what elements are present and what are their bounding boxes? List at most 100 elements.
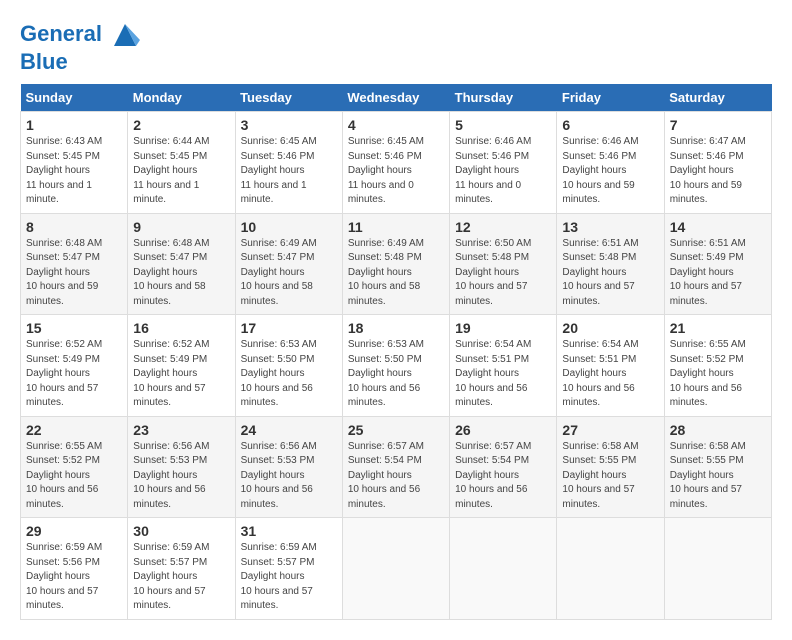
day-detail: Sunrise: 6:51 AM Sunset: 5:49 PM Dayligh… [670, 237, 766, 310]
day-detail: Sunrise: 6:59 AM Sunset: 5:57 PM Dayligh… [241, 541, 337, 614]
day-detail: Sunrise: 6:54 AM Sunset: 5:51 PM Dayligh… [562, 338, 658, 411]
day-detail: Sunrise: 6:58 AM Sunset: 5:55 PM Dayligh… [562, 440, 658, 513]
calendar-cell: 4 Sunrise: 6:45 AM Sunset: 5:46 PM Dayli… [342, 112, 449, 214]
day-number: 3 [241, 117, 337, 133]
day-detail: Sunrise: 6:46 AM Sunset: 5:46 PM Dayligh… [455, 135, 551, 208]
day-number: 10 [241, 219, 337, 235]
day-number: 16 [133, 320, 229, 336]
calendar-week-2: 8 Sunrise: 6:48 AM Sunset: 5:47 PM Dayli… [21, 213, 772, 315]
day-detail: Sunrise: 6:56 AM Sunset: 5:53 PM Dayligh… [241, 440, 337, 513]
day-number: 17 [241, 320, 337, 336]
calendar-cell: 12 Sunrise: 6:50 AM Sunset: 5:48 PM Dayl… [450, 213, 557, 315]
day-number: 6 [562, 117, 658, 133]
calendar-cell: 25 Sunrise: 6:57 AM Sunset: 5:54 PM Dayl… [342, 416, 449, 518]
calendar-cell: 31 Sunrise: 6:59 AM Sunset: 5:57 PM Dayl… [235, 518, 342, 620]
calendar-cell: 9 Sunrise: 6:48 AM Sunset: 5:47 PM Dayli… [128, 213, 235, 315]
day-detail: Sunrise: 6:57 AM Sunset: 5:54 PM Dayligh… [348, 440, 444, 513]
calendar-cell: 2 Sunrise: 6:44 AM Sunset: 5:45 PM Dayli… [128, 112, 235, 214]
calendar-cell: 21 Sunrise: 6:55 AM Sunset: 5:52 PM Dayl… [664, 315, 771, 417]
calendar-week-1: 1 Sunrise: 6:43 AM Sunset: 5:45 PM Dayli… [21, 112, 772, 214]
calendar-cell: 20 Sunrise: 6:54 AM Sunset: 5:51 PM Dayl… [557, 315, 664, 417]
day-detail: Sunrise: 6:49 AM Sunset: 5:48 PM Dayligh… [348, 237, 444, 310]
day-detail: Sunrise: 6:45 AM Sunset: 5:46 PM Dayligh… [241, 135, 337, 208]
day-number: 2 [133, 117, 229, 133]
calendar-cell: 11 Sunrise: 6:49 AM Sunset: 5:48 PM Dayl… [342, 213, 449, 315]
day-number: 26 [455, 422, 551, 438]
calendar-week-5: 29 Sunrise: 6:59 AM Sunset: 5:56 PM Dayl… [21, 518, 772, 620]
day-number: 28 [670, 422, 766, 438]
day-detail: Sunrise: 6:45 AM Sunset: 5:46 PM Dayligh… [348, 135, 444, 208]
day-detail: Sunrise: 6:46 AM Sunset: 5:46 PM Dayligh… [562, 135, 658, 208]
weekday-header-tuesday: Tuesday [235, 84, 342, 112]
day-number: 7 [670, 117, 766, 133]
day-number: 23 [133, 422, 229, 438]
calendar-cell: 26 Sunrise: 6:57 AM Sunset: 5:54 PM Dayl… [450, 416, 557, 518]
day-detail: Sunrise: 6:59 AM Sunset: 5:57 PM Dayligh… [133, 541, 229, 614]
day-detail: Sunrise: 6:52 AM Sunset: 5:49 PM Dayligh… [26, 338, 122, 411]
day-number: 20 [562, 320, 658, 336]
calendar-week-4: 22 Sunrise: 6:55 AM Sunset: 5:52 PM Dayl… [21, 416, 772, 518]
day-number: 24 [241, 422, 337, 438]
day-number: 15 [26, 320, 122, 336]
day-detail: Sunrise: 6:48 AM Sunset: 5:47 PM Dayligh… [133, 237, 229, 310]
calendar-cell: 3 Sunrise: 6:45 AM Sunset: 5:46 PM Dayli… [235, 112, 342, 214]
day-number: 1 [26, 117, 122, 133]
day-detail: Sunrise: 6:53 AM Sunset: 5:50 PM Dayligh… [241, 338, 337, 411]
day-number: 22 [26, 422, 122, 438]
day-detail: Sunrise: 6:43 AM Sunset: 5:45 PM Dayligh… [26, 135, 122, 208]
weekday-header-wednesday: Wednesday [342, 84, 449, 112]
day-number: 4 [348, 117, 444, 133]
day-detail: Sunrise: 6:55 AM Sunset: 5:52 PM Dayligh… [26, 440, 122, 513]
weekday-header-sunday: Sunday [21, 84, 128, 112]
calendar-cell [557, 518, 664, 620]
calendar-cell: 13 Sunrise: 6:51 AM Sunset: 5:48 PM Dayl… [557, 213, 664, 315]
calendar-cell: 7 Sunrise: 6:47 AM Sunset: 5:46 PM Dayli… [664, 112, 771, 214]
calendar-cell: 24 Sunrise: 6:56 AM Sunset: 5:53 PM Dayl… [235, 416, 342, 518]
logo-text: General [20, 20, 140, 50]
calendar-cell: 19 Sunrise: 6:54 AM Sunset: 5:51 PM Dayl… [450, 315, 557, 417]
calendar-cell [450, 518, 557, 620]
day-number: 21 [670, 320, 766, 336]
weekday-header-row: SundayMondayTuesdayWednesdayThursdayFrid… [21, 84, 772, 112]
calendar-cell: 27 Sunrise: 6:58 AM Sunset: 5:55 PM Dayl… [557, 416, 664, 518]
calendar-cell: 15 Sunrise: 6:52 AM Sunset: 5:49 PM Dayl… [21, 315, 128, 417]
day-number: 18 [348, 320, 444, 336]
weekday-header-friday: Friday [557, 84, 664, 112]
weekday-header-saturday: Saturday [664, 84, 771, 112]
day-number: 25 [348, 422, 444, 438]
calendar-week-3: 15 Sunrise: 6:52 AM Sunset: 5:49 PM Dayl… [21, 315, 772, 417]
day-number: 27 [562, 422, 658, 438]
day-number: 12 [455, 219, 551, 235]
calendar-cell: 28 Sunrise: 6:58 AM Sunset: 5:55 PM Dayl… [664, 416, 771, 518]
day-number: 31 [241, 523, 337, 539]
day-detail: Sunrise: 6:57 AM Sunset: 5:54 PM Dayligh… [455, 440, 551, 513]
day-number: 9 [133, 219, 229, 235]
day-detail: Sunrise: 6:55 AM Sunset: 5:52 PM Dayligh… [670, 338, 766, 411]
calendar-cell: 14 Sunrise: 6:51 AM Sunset: 5:49 PM Dayl… [664, 213, 771, 315]
day-number: 13 [562, 219, 658, 235]
day-detail: Sunrise: 6:59 AM Sunset: 5:56 PM Dayligh… [26, 541, 122, 614]
day-number: 19 [455, 320, 551, 336]
calendar-cell [664, 518, 771, 620]
day-detail: Sunrise: 6:51 AM Sunset: 5:48 PM Dayligh… [562, 237, 658, 310]
calendar-cell: 10 Sunrise: 6:49 AM Sunset: 5:47 PM Dayl… [235, 213, 342, 315]
calendar-cell: 23 Sunrise: 6:56 AM Sunset: 5:53 PM Dayl… [128, 416, 235, 518]
day-detail: Sunrise: 6:48 AM Sunset: 5:47 PM Dayligh… [26, 237, 122, 310]
day-detail: Sunrise: 6:49 AM Sunset: 5:47 PM Dayligh… [241, 237, 337, 310]
day-number: 14 [670, 219, 766, 235]
calendar-cell: 16 Sunrise: 6:52 AM Sunset: 5:49 PM Dayl… [128, 315, 235, 417]
page-header: General Blue [20, 20, 772, 74]
logo: General Blue [20, 20, 140, 74]
logo-blue: Blue [20, 50, 140, 74]
logo-general: General [20, 21, 102, 46]
day-detail: Sunrise: 6:47 AM Sunset: 5:46 PM Dayligh… [670, 135, 766, 208]
calendar-cell: 17 Sunrise: 6:53 AM Sunset: 5:50 PM Dayl… [235, 315, 342, 417]
day-number: 11 [348, 219, 444, 235]
weekday-header-thursday: Thursday [450, 84, 557, 112]
day-detail: Sunrise: 6:50 AM Sunset: 5:48 PM Dayligh… [455, 237, 551, 310]
calendar-cell: 30 Sunrise: 6:59 AM Sunset: 5:57 PM Dayl… [128, 518, 235, 620]
day-number: 30 [133, 523, 229, 539]
weekday-header-monday: Monday [128, 84, 235, 112]
calendar-cell: 1 Sunrise: 6:43 AM Sunset: 5:45 PM Dayli… [21, 112, 128, 214]
calendar-cell: 6 Sunrise: 6:46 AM Sunset: 5:46 PM Dayli… [557, 112, 664, 214]
